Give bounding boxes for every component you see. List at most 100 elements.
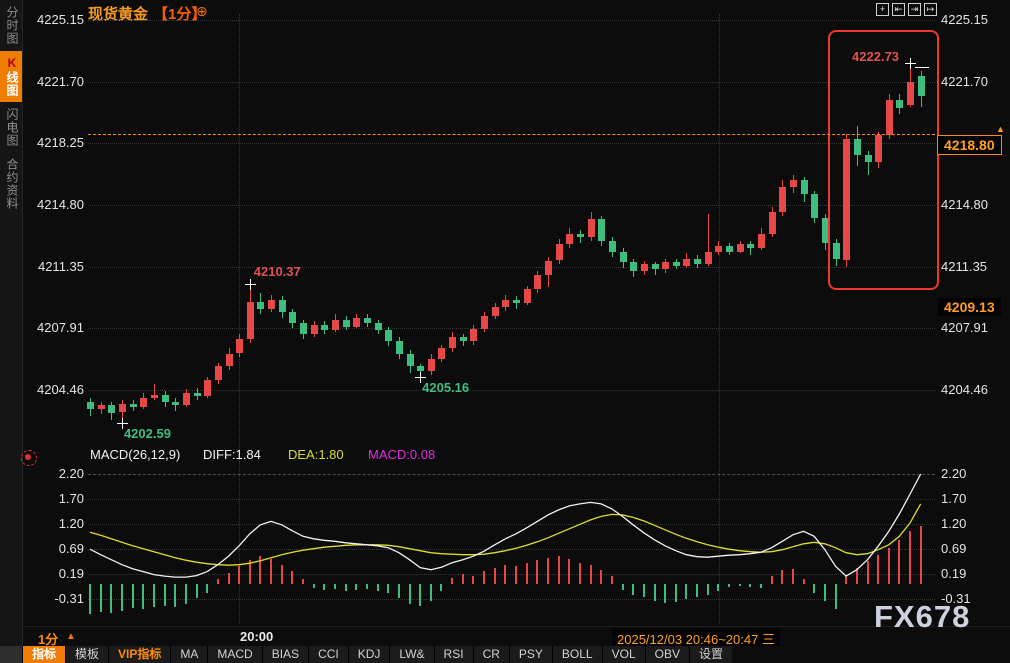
tab-CR[interactable]: CR	[473, 646, 509, 663]
candle	[108, 405, 115, 412]
tab-设置[interactable]: 设置	[689, 646, 732, 663]
sidebar-item-3[interactable]: 合约资料	[0, 153, 22, 215]
price-annotation: 4210.37	[254, 264, 301, 279]
tab-MACD[interactable]: MACD	[207, 646, 261, 663]
price-axis-label-left: 4225.15	[28, 12, 84, 27]
last-price-label: 4209.13	[938, 298, 1001, 316]
tab-RSI[interactable]: RSI	[434, 646, 473, 663]
candle	[162, 395, 169, 402]
tab-指标[interactable]: 指标	[22, 646, 65, 663]
tab-VIP指标[interactable]: VIP指标	[108, 646, 170, 663]
macd-hist-bar	[430, 584, 432, 601]
candle	[194, 393, 201, 397]
price-axis-label-left: 4214.80	[28, 197, 84, 212]
macd-hist-bar	[259, 556, 261, 583]
candle	[566, 234, 573, 245]
tab-PSY[interactable]: PSY	[509, 646, 552, 663]
price-up-arrow-icon: ▲	[996, 124, 1005, 134]
interval-up-arrow-icon[interactable]: ▲	[66, 631, 76, 642]
candle	[343, 320, 350, 327]
time-axis-label: 20:00	[240, 629, 273, 644]
macd-hist-bar	[483, 571, 485, 584]
price-gridline	[88, 20, 935, 21]
sidebar-item-1[interactable]: K线图	[0, 51, 22, 102]
macd-axis-label-left: 1.70	[28, 491, 84, 506]
macd-hist-bar	[568, 559, 570, 584]
price-axis-label-left: 4218.25	[28, 135, 84, 150]
macd-axis-label-left: 0.69	[28, 541, 84, 556]
candle	[545, 261, 552, 275]
price-annotation: 4205.16	[422, 380, 469, 395]
macd-hist-bar	[803, 579, 805, 584]
candle	[321, 325, 328, 330]
macd-hist-bar	[835, 584, 837, 610]
candle	[513, 300, 520, 304]
macd-hist-bar	[771, 576, 773, 584]
macd-gridline	[88, 574, 935, 575]
macd-hist-bar	[387, 584, 389, 593]
macd-hist-bar	[792, 569, 794, 584]
candle	[279, 300, 286, 313]
macd-gridline	[88, 524, 935, 525]
macd-hist-bar	[739, 584, 741, 586]
candle	[641, 264, 648, 271]
expand-icon[interactable]: ⊕	[196, 3, 208, 20]
macd-hist-bar	[888, 548, 890, 584]
macd-hist-bar	[600, 570, 602, 584]
candle	[87, 402, 94, 409]
tab-CCI[interactable]: CCI	[308, 646, 348, 663]
macd-hist-bar	[89, 584, 91, 615]
macd-hist-bar	[760, 584, 762, 588]
extreme-marker-icon	[420, 372, 421, 383]
macd-gridline	[88, 499, 935, 500]
macd-params-label: MACD(26,12,9)	[90, 447, 180, 462]
candle	[481, 316, 488, 329]
macd-hist-bar	[366, 584, 368, 589]
macd-hist-bar	[643, 584, 645, 598]
tab-KDJ[interactable]: KDJ	[348, 646, 390, 663]
tab-OBV[interactable]: OBV	[645, 646, 689, 663]
macd-hist-bar	[494, 568, 496, 584]
macd-hist-bar	[654, 584, 656, 601]
tab-LW&[interactable]: LW&	[389, 646, 433, 663]
scale-left-icon[interactable]: ⇤	[892, 3, 905, 16]
tab-MA[interactable]: MA	[170, 646, 207, 663]
macd-hist-bar	[515, 566, 517, 583]
candle	[683, 259, 690, 266]
candle	[556, 244, 563, 260]
macd-value-label: MACD:0.08	[368, 447, 435, 462]
macd-hist-bar	[536, 560, 538, 584]
highlight-box	[828, 30, 939, 290]
current-price-label: 4218.80	[937, 135, 1002, 155]
candle	[492, 307, 499, 316]
macd-gridline	[88, 549, 935, 550]
tab-BOLL[interactable]: BOLL	[552, 646, 602, 663]
candle	[662, 262, 669, 269]
candle	[577, 234, 584, 238]
candle	[236, 339, 243, 353]
tab-模板[interactable]: 模板	[65, 646, 108, 663]
macd-hist-bar	[100, 584, 102, 613]
macd-hist-bar	[409, 584, 411, 605]
scale-right-icon[interactable]: ⇥	[908, 3, 921, 16]
candle	[289, 312, 296, 323]
macd-hist-bar	[323, 584, 325, 590]
macd-line	[90, 504, 921, 565]
tab-VOL[interactable]: VOL	[602, 646, 645, 663]
macd-axis-label-left: 0.19	[28, 566, 84, 581]
vertical-gridline	[239, 14, 240, 624]
macd-hist-bar	[345, 584, 347, 591]
candle	[364, 318, 371, 323]
sidebar-item-0[interactable]: 分时图	[0, 1, 22, 50]
indicator-marker-icon[interactable]	[21, 450, 37, 466]
tab-BIAS[interactable]: BIAS	[262, 646, 308, 663]
macd-hist-bar	[504, 565, 506, 584]
price-gridline	[88, 143, 935, 144]
candle	[588, 219, 595, 237]
shift-right-icon[interactable]: ↦	[924, 3, 937, 16]
macd-hist-bar	[781, 570, 783, 584]
sidebar-item-2[interactable]: 闪电图	[0, 103, 22, 152]
crosshair-icon[interactable]: +	[876, 3, 889, 16]
macd-axis-label-right: 1.70	[941, 491, 1003, 506]
candle	[407, 354, 414, 367]
